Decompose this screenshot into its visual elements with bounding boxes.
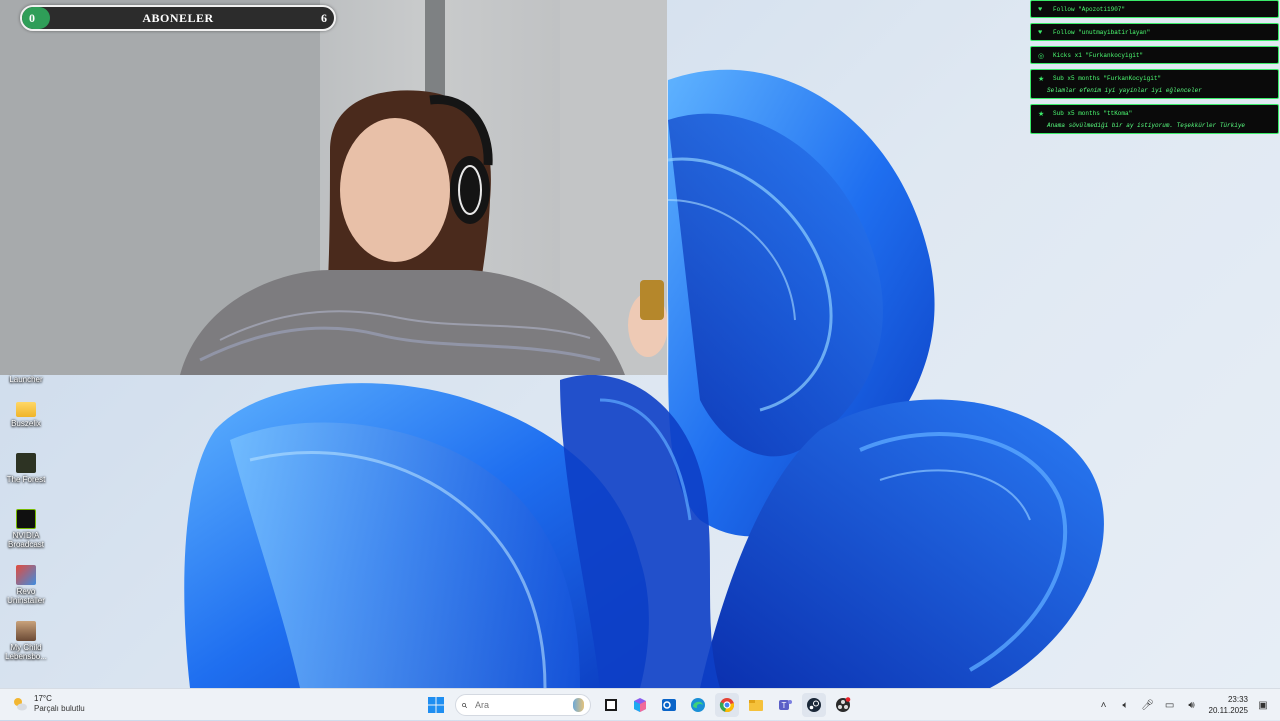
my-child-lebensborn-icon [16,621,36,641]
clock-time: 23:33 [1227,695,1248,704]
desktop-icon-label: NVIDIA Broadcast [7,531,45,549]
revo-icon [16,565,36,585]
monitor-icon[interactable]: ▭ [1163,698,1177,712]
streamer-webcam-image [0,0,667,375]
chrome-icon [719,698,734,712]
svg-text:T: T [782,701,787,710]
star-icon: ★ [1038,111,1045,119]
teams-button[interactable]: T [773,693,797,717]
speaker-icon[interactable]: 🔈︎ [1119,698,1133,712]
search-input[interactable] [473,699,574,711]
desktop-icon-my-child-lebensborn[interactable]: My Child Lebensbo... [0,621,52,661]
event-text: Kicks x1 "Furkankocyigit" [1053,52,1144,59]
event-item: ★ Sub x5 months "FurkanKocyigit" Selamla… [1030,69,1279,99]
steam-icon [807,698,821,712]
subscriber-goal-bar: 0 ABONELER 6 [20,5,336,31]
copilot-icon [634,698,646,712]
event-text: Follow "Apozoti1907" [1053,6,1126,13]
goal-label: ABONELER [142,11,214,25]
teams-icon: T [779,700,792,710]
outlook-icon [662,699,676,711]
chrome-button[interactable] [715,693,739,717]
clock-date: 20.11.2025 [1208,706,1248,715]
star-icon: ★ [1038,76,1045,84]
taskbar-search[interactable] [455,694,591,716]
event-item: ◎ Kicks x1 "Furkankocyigit" [1030,46,1279,64]
desktop-icon-label: The Forest [6,475,46,484]
task-view-icon [605,699,617,711]
windows-start-icon [428,697,444,713]
event-message: Anama sövülmediği bir ay istiyorum. Teşe… [1047,122,1246,129]
file-explorer-button[interactable] [744,693,768,717]
taskbar: 17°C Parçalı bulutlu Ara T ˄ 🔈︎ 🎤︎ ▭ 🔊︎ … [0,688,1280,720]
start-button[interactable] [424,693,448,717]
obs-icon [836,697,851,712]
file-explorer-icon [749,700,763,711]
event-text: Sub x5 months "FurkanKocyigit" [1053,75,1162,82]
event-text: Sub x5 months "ttKoma" [1053,110,1133,117]
desktop-icon-the-forest[interactable]: The Forest [0,453,52,484]
stream-event-feed: ♥ Follow "Apozoti1907" ♥ Follow "unutmay… [1030,0,1280,139]
heart-icon: ♥ [1038,29,1043,37]
desktop-icon-label: My Child Lebensbo... [5,643,47,661]
event-text: Follow "unutmayibatirlayan" [1053,29,1151,36]
event-item: ♥ Follow "Apozoti1907" [1030,0,1279,18]
partly-cloudy-icon [14,698,27,711]
taskbar-apps: T [424,693,860,717]
search-icon [462,702,468,708]
desktop-icon-nvidia-broadcast[interactable]: NVIDIA Broadcast [0,509,52,549]
desktop-icon-label: Buszelix [11,419,41,428]
desktop-icon-launcher[interactable]: Launcher [0,375,52,384]
notification-icon[interactable]: ▣ [1256,698,1270,712]
copilot-button[interactable] [628,693,652,717]
task-view-button[interactable] [599,693,623,717]
edge-icon [691,698,705,712]
folder-icon [16,402,36,417]
event-message: Selamlar efenim iyi yayinlar iyi eğlence… [1047,87,1202,94]
system-tray: ˄ 🔈︎ 🎤︎ ▭ 🔊︎ 23:33 20.11.2025 ▣ [1097,689,1280,721]
desktop-icon-label: Launcher [9,375,43,384]
desktop-icon-revo-uninstaller[interactable]: Revo Uninstaller [0,565,52,605]
microphone-icon[interactable]: 🎤︎ [1141,698,1155,712]
weather-temperature: 17°C [34,694,52,703]
outlook-button[interactable] [657,693,681,717]
desktop-icon-label: Revo Uninstaller [7,587,45,605]
the-forest-icon [16,453,36,473]
event-item: ★ Sub x5 months "ttKoma" Anama sövülmedi… [1030,104,1279,134]
weather-widget[interactable]: 17°C Parçalı bulutlu [12,694,85,713]
goal-target-count: 6 [321,11,327,25]
heart-icon: ♥ [1038,6,1043,14]
chevron-up-icon[interactable]: ˄ [1097,698,1111,712]
volume-icon[interactable]: 🔊︎ [1185,698,1199,712]
obs-button[interactable] [831,693,855,717]
nvidia-icon [16,509,36,529]
search-highlight-icon [573,698,584,712]
event-item: ♥ Follow "unutmayibatirlayan" [1030,23,1279,41]
kick-icon: ◎ [1038,53,1045,61]
edge-button[interactable] [686,693,710,717]
weather-description: Parçalı bulutlu [34,704,85,713]
webcam-feed [0,0,667,375]
steam-button[interactable] [802,693,826,717]
desktop-icon-buszelix[interactable]: Buszelix [0,399,52,428]
clock[interactable]: 23:33 20.11.2025 [1209,695,1248,715]
